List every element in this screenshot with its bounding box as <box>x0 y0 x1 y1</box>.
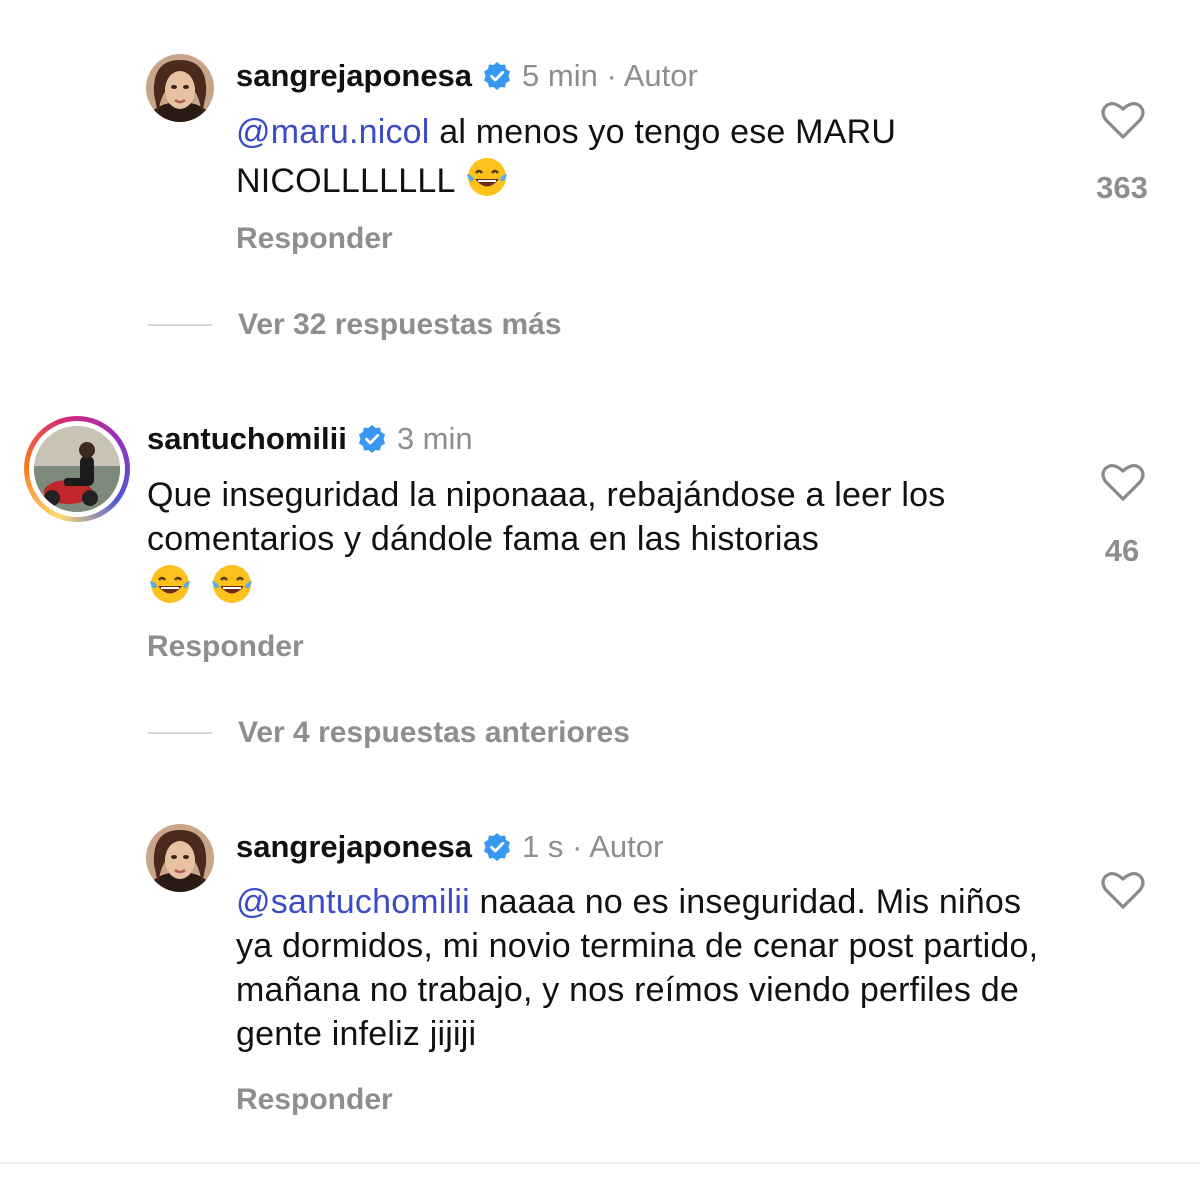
like-count: 363 <box>1096 170 1148 205</box>
mention-link[interactable]: @maru.nicol <box>236 113 430 151</box>
timestamp: 5 min · Autor <box>522 58 698 93</box>
view-more-replies[interactable]: Ver 32 respuestas más <box>148 308 562 342</box>
timestamp: 1 s · Autor <box>522 829 664 864</box>
comment-text: Que inseguridad la niponaaa, rebajándose… <box>147 473 1047 610</box>
tears-of-joy-emoji-icon <box>209 561 255 607</box>
comment-text: @santuchomilii naaaa no es inseguridad. … <box>236 880 1056 1056</box>
reply-button[interactable]: Responder <box>147 630 304 664</box>
view-previous-replies[interactable]: Ver 4 respuestas anteriores <box>148 716 630 750</box>
view-more-label[interactable]: Ver 32 respuestas más <box>238 308 562 342</box>
comment-meta: santuchomilii 3 min <box>147 421 473 457</box>
comment-meta: sangrejaponesa 5 min · Autor <box>236 58 698 94</box>
like-button[interactable] <box>1083 462 1163 507</box>
tears-of-joy-emoji-icon <box>464 154 510 200</box>
verified-badge-icon <box>357 424 387 454</box>
avatar[interactable] <box>146 54 214 122</box>
heart-icon <box>1101 102 1145 139</box>
avatar[interactable] <box>34 426 120 512</box>
reply-button[interactable]: Responder <box>236 222 393 256</box>
like-button[interactable] <box>1083 870 1163 915</box>
comment-body: Que inseguridad la niponaaa, rebajándose… <box>147 476 946 558</box>
avatar[interactable] <box>146 824 214 892</box>
like-count: 46 <box>1104 533 1140 568</box>
username[interactable]: santuchomilii <box>147 421 347 457</box>
divider-line <box>148 732 212 734</box>
comment-meta: sangrejaponesa 1 s · Autor <box>236 829 663 865</box>
heart-icon <box>1101 872 1145 909</box>
tears-of-joy-emoji-icon <box>147 561 193 607</box>
like-button[interactable] <box>1083 100 1163 145</box>
timestamp: 3 min <box>396 421 473 456</box>
username[interactable]: sangrejaponesa <box>236 58 472 94</box>
view-more-label[interactable]: Ver 4 respuestas anteriores <box>238 716 630 750</box>
mention-link[interactable]: @santuchomilii <box>236 883 470 921</box>
verified-badge-icon <box>482 832 512 862</box>
comment-text: @maru.nicol al menos yo tengo ese MARU N… <box>236 110 1036 203</box>
reply-button[interactable]: Responder <box>236 1083 393 1117</box>
heart-icon <box>1101 464 1145 501</box>
verified-badge-icon <box>482 61 512 91</box>
divider-line <box>148 324 212 326</box>
story-ring[interactable] <box>24 416 130 522</box>
bottom-divider <box>0 1162 1200 1164</box>
username[interactable]: sangrejaponesa <box>236 829 472 865</box>
